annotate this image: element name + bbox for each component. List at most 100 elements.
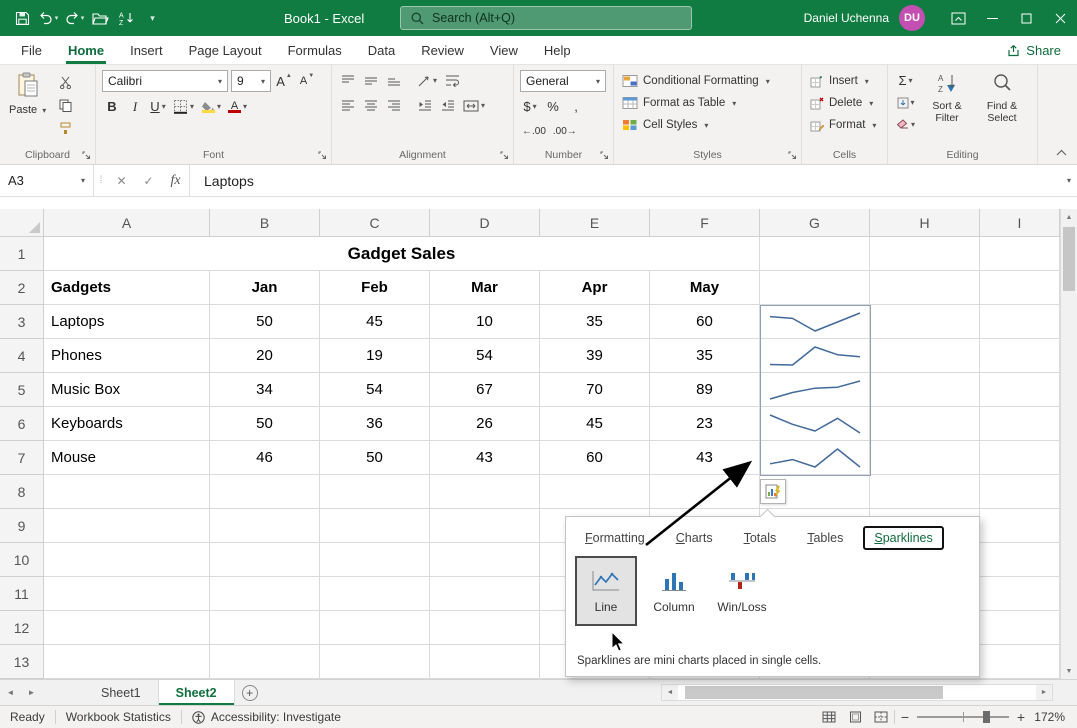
cancel-entry-button[interactable]: ✕ (108, 165, 135, 196)
cell-A1[interactable]: Gadget Sales (44, 237, 760, 271)
column-header-a[interactable]: A (44, 209, 210, 237)
cell-A13[interactable] (44, 645, 210, 679)
cell-E3[interactable]: 35 (540, 305, 650, 339)
cell-C12[interactable] (320, 611, 430, 645)
cell-B13[interactable] (210, 645, 320, 679)
cell-G5[interactable] (760, 373, 870, 407)
cell-F2[interactable]: May (650, 271, 760, 305)
tab-help[interactable]: Help (531, 36, 584, 64)
cell-H8[interactable] (870, 475, 980, 509)
cell-C2[interactable]: Feb (320, 271, 430, 305)
row-header-5[interactable]: 5 (0, 373, 44, 407)
merge-center-button[interactable]: ▾ (461, 95, 487, 116)
collapse-ribbon-button[interactable] (1056, 144, 1067, 159)
alignment-dialog-launcher[interactable] (499, 150, 510, 161)
cell-C4[interactable]: 19 (320, 339, 430, 373)
column-header-d[interactable]: D (430, 209, 540, 237)
minimize-button[interactable] (975, 0, 1009, 36)
cell-H5[interactable] (870, 373, 980, 407)
close-button[interactable] (1043, 0, 1077, 36)
normal-view-button[interactable] (816, 706, 842, 728)
vertical-scroll-thumb[interactable] (1063, 227, 1075, 291)
cell-I13[interactable] (980, 645, 1060, 679)
qa-option-line[interactable]: Line (575, 556, 637, 626)
row-header-1[interactable]: 1 (0, 237, 44, 271)
cell-I8[interactable] (980, 475, 1060, 509)
orientation-button[interactable]: ▾ (415, 70, 439, 91)
zoom-out-button[interactable]: − (895, 709, 915, 725)
cell-C9[interactable] (320, 509, 430, 543)
cell-C6[interactable]: 36 (320, 407, 430, 441)
row-header-3[interactable]: 3 (0, 305, 44, 339)
cell-E6[interactable]: 45 (540, 407, 650, 441)
underline-button[interactable]: U▾ (148, 96, 168, 117)
cell-H7[interactable] (870, 441, 980, 475)
row-header-4[interactable]: 4 (0, 339, 44, 373)
tab-review[interactable]: Review (408, 36, 477, 64)
zoom-slider-thumb[interactable] (983, 711, 990, 723)
row-header-12[interactable]: 12 (0, 611, 44, 645)
insert-function-button[interactable]: fx (162, 165, 189, 196)
font-name-select[interactable]: Calibri▾ (102, 70, 228, 92)
tab-file[interactable]: File (8, 36, 55, 64)
align-right-button[interactable] (384, 95, 404, 116)
fill-color-button[interactable]: ▾ (199, 96, 223, 117)
column-header-i[interactable]: I (980, 209, 1060, 237)
middle-align-button[interactable] (361, 70, 381, 91)
font-size-select[interactable]: 9▾ (231, 70, 271, 92)
qa-tab-sparklines[interactable]: Sparklines (863, 526, 943, 550)
cell-F5[interactable]: 89 (650, 373, 760, 407)
expand-formula-bar-button[interactable]: ▾ (1059, 165, 1077, 196)
cell-H1[interactable] (870, 237, 980, 271)
column-header-b[interactable]: B (210, 209, 320, 237)
row-header-8[interactable]: 8 (0, 475, 44, 509)
cell-G2[interactable] (760, 271, 870, 305)
row-header-6[interactable]: 6 (0, 407, 44, 441)
cell-G3[interactable] (760, 305, 870, 339)
font-color-button[interactable]: A▾ (226, 96, 249, 117)
cell-C7[interactable]: 50 (320, 441, 430, 475)
user-name[interactable]: Daniel Uchenna (804, 11, 889, 25)
row-header-10[interactable]: 10 (0, 543, 44, 577)
scroll-down-button[interactable]: ▼ (1061, 663, 1077, 679)
cell-I12[interactable] (980, 611, 1060, 645)
cell-A3[interactable]: Laptops (44, 305, 210, 339)
bottom-align-button[interactable] (384, 70, 404, 91)
cell-B5[interactable]: 34 (210, 373, 320, 407)
zoom-in-button[interactable]: + (1011, 709, 1031, 725)
previous-sheet-button[interactable]: ◄ (0, 680, 21, 705)
cell-I5[interactable] (980, 373, 1060, 407)
new-sheet-button[interactable]: + (235, 680, 265, 705)
sheet-tab-sheet2[interactable]: Sheet2 (159, 680, 235, 705)
format-as-table-button[interactable]: Format as Table▾ (620, 92, 797, 114)
tab-page-layout[interactable]: Page Layout (176, 36, 275, 64)
cell-F4[interactable]: 35 (650, 339, 760, 373)
cell-I3[interactable] (980, 305, 1060, 339)
increase-indent-button[interactable] (438, 95, 458, 116)
cell-D4[interactable]: 54 (430, 339, 540, 373)
cell-B2[interactable]: Jan (210, 271, 320, 305)
format-painter-button[interactable] (55, 118, 75, 139)
tab-formulas[interactable]: Formulas (275, 36, 355, 64)
qa-option-column[interactable]: Column (643, 556, 705, 626)
ribbon-display-options-button[interactable] (941, 0, 975, 36)
align-center-button[interactable] (361, 95, 381, 116)
formula-bar-grip[interactable]: ⁞ (94, 165, 108, 196)
qa-option-win-loss[interactable]: Win/Loss (711, 556, 773, 626)
cell-B11[interactable] (210, 577, 320, 611)
column-header-f[interactable]: F (650, 209, 760, 237)
cell-C5[interactable]: 54 (320, 373, 430, 407)
cell-D12[interactable] (430, 611, 540, 645)
page-break-preview-button[interactable] (868, 706, 894, 728)
cell-B12[interactable] (210, 611, 320, 645)
cell-C10[interactable] (320, 543, 430, 577)
cell-D7[interactable]: 43 (430, 441, 540, 475)
fill-button[interactable]: ▾ (894, 92, 917, 113)
scroll-up-button[interactable]: ▲ (1061, 209, 1077, 225)
cell-F6[interactable]: 23 (650, 407, 760, 441)
page-layout-view-button[interactable] (842, 706, 868, 728)
open-button[interactable] (88, 5, 112, 31)
horizontal-scrollbar[interactable]: ◄ ► (661, 684, 1053, 701)
cell-D11[interactable] (430, 577, 540, 611)
cell-I11[interactable] (980, 577, 1060, 611)
